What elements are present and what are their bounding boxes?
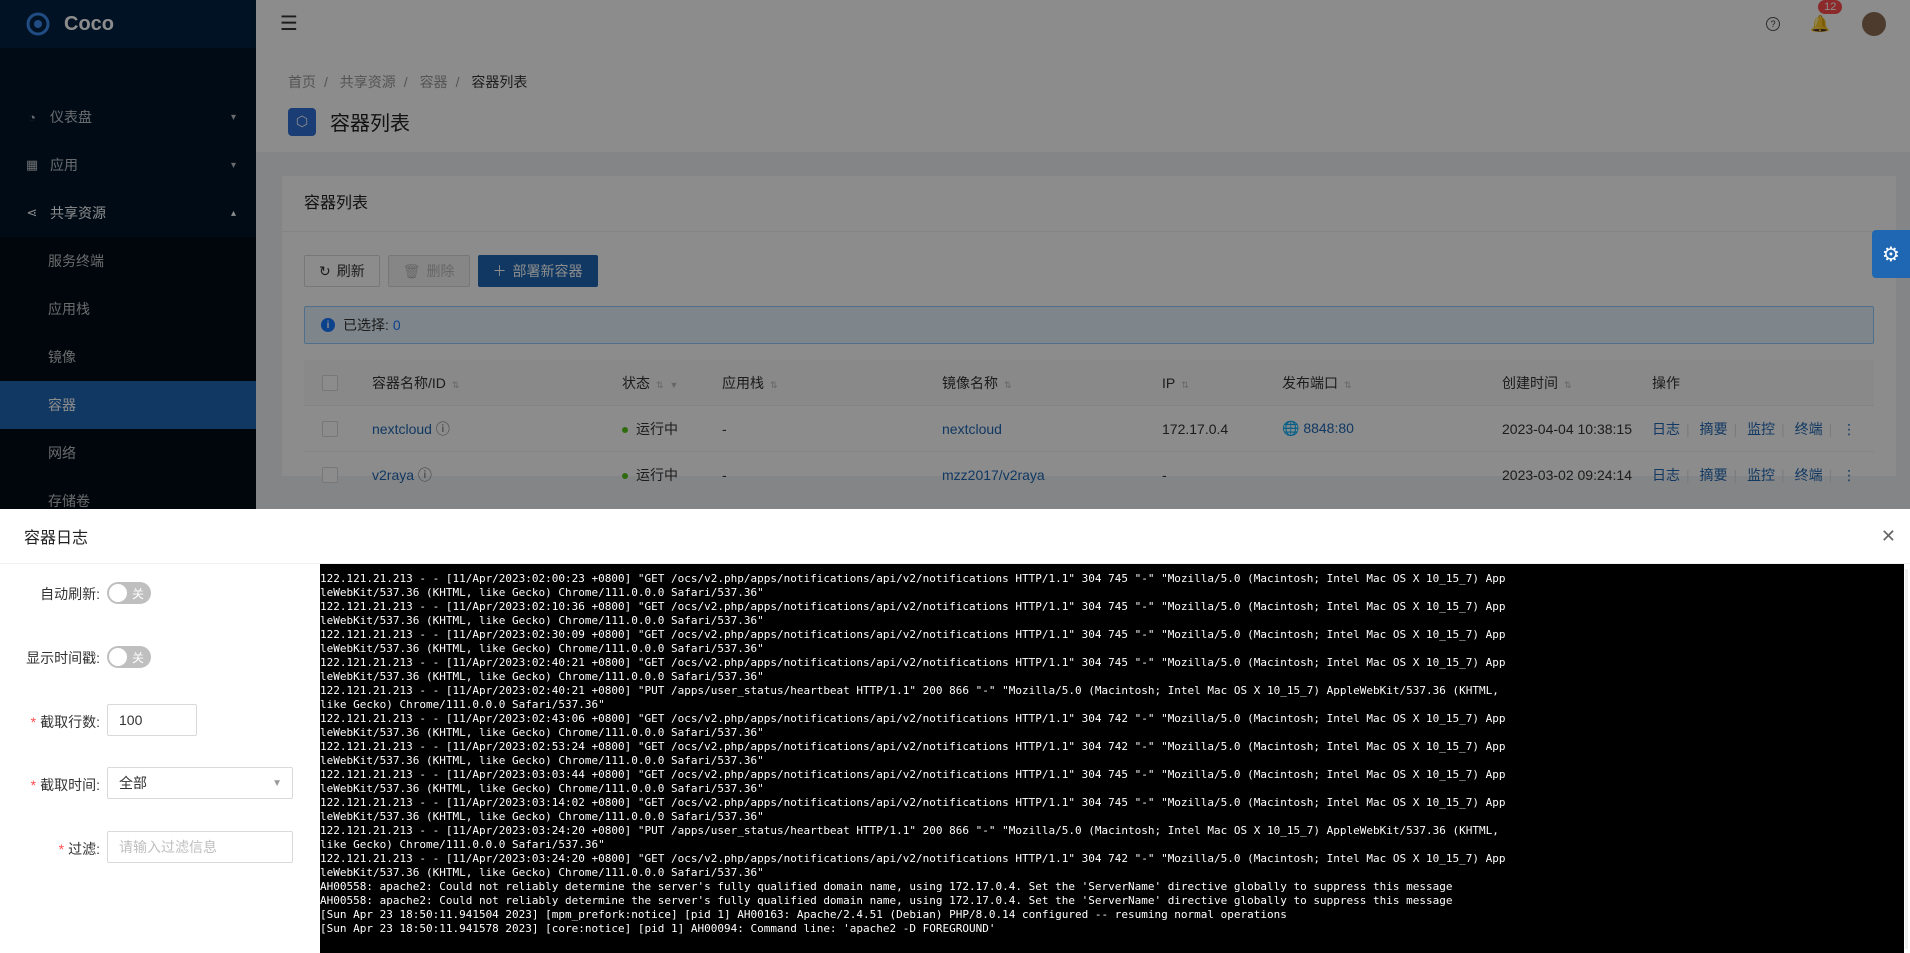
log-line: leWebKit/537.36 (KHTML, like Gecko) Chro… <box>320 866 764 879</box>
container-log-drawer: 容器日志 ✕ 自动刷新: 关 显示时间戳: 关 * 截取行数: 100 * 截取时间… <box>0 509 1910 953</box>
label-text: 过滤: <box>68 841 100 857</box>
lines-label: * 截取行数: <box>30 714 100 730</box>
log-line: 122.121.21.213 - - [11/Apr/2023:02:10:36… <box>320 600 1506 613</box>
log-line: 122.121.21.213 - - [11/Apr/2023:02:30:09… <box>320 628 1506 641</box>
select-value: 全部 <box>119 775 147 791</box>
log-line: 122.121.21.213 - - [11/Apr/2023:03:14:02… <box>320 796 1506 809</box>
log-line: like Gecko) Chrome/111.0.0.0 Safari/537.… <box>320 838 605 851</box>
log-line: leWebKit/537.36 (KHTML, like Gecko) Chro… <box>320 754 764 767</box>
timestamp-switch[interactable]: 关 <box>107 646 151 668</box>
filter-input[interactable]: 请输入过滤信息 <box>107 831 293 863</box>
log-line: 122.121.21.213 - - [11/Apr/2023:02:40:21… <box>320 684 1499 697</box>
scrollbar[interactable] <box>1905 569 1908 949</box>
log-line: 122.121.21.213 - - [11/Apr/2023:02:40:21… <box>320 656 1506 669</box>
log-line: 122.121.21.213 - - [11/Apr/2023:02:53:24… <box>320 740 1506 753</box>
switch-text: 关 <box>131 651 144 665</box>
log-line: leWebKit/537.36 (KHTML, like Gecko) Chro… <box>320 782 764 795</box>
log-line: 122.121.21.213 - - [11/Apr/2023:03:24:20… <box>320 852 1506 865</box>
settings-gear-icon[interactable]: ⚙ <box>1872 230 1910 278</box>
log-line: AH00558: apache2: Could not reliably det… <box>320 894 1453 907</box>
auto-refresh-switch[interactable]: 关 <box>107 582 151 604</box>
time-select[interactable]: 全部 ▼ <box>107 767 293 799</box>
switch-text: 关 <box>131 587 144 601</box>
log-line: 122.121.21.213 - - [11/Apr/2023:03:03:44… <box>320 768 1506 781</box>
auto-refresh-label: 自动刷新: <box>40 586 100 602</box>
log-line: leWebKit/537.36 (KHTML, like Gecko) Chro… <box>320 586 764 599</box>
log-line: leWebKit/537.36 (KHTML, like Gecko) Chro… <box>320 642 764 655</box>
filter-label: * 过滤: <box>58 841 100 857</box>
drawer-title: 容器日志 <box>0 509 1910 564</box>
log-line: AH00558: apache2: Could not reliably det… <box>320 880 1453 893</box>
lines-input[interactable]: 100 <box>107 704 197 736</box>
log-line: 122.121.21.213 - - [11/Apr/2023:03:24:20… <box>320 824 1499 837</box>
log-output: 122.121.21.213 - - [11/Apr/2023:02:00:23… <box>320 564 1904 953</box>
close-icon[interactable]: ✕ <box>1881 526 1896 547</box>
time-label: * 截取时间: <box>30 777 100 793</box>
drawer-mask[interactable] <box>0 0 1910 509</box>
log-line: leWebKit/537.36 (KHTML, like Gecko) Chro… <box>320 670 764 683</box>
log-line: like Gecko) Chrome/111.0.0.0 Safari/537.… <box>320 698 605 711</box>
log-line: leWebKit/537.36 (KHTML, like Gecko) Chro… <box>320 726 764 739</box>
log-line: 122.121.21.213 - - [11/Apr/2023:02:00:23… <box>320 572 1506 585</box>
log-line: [Sun Apr 23 18:50:11.941578 2023] [core:… <box>320 922 996 935</box>
timestamp-label: 显示时间戳: <box>26 650 100 666</box>
log-line: [Sun Apr 23 18:50:11.941504 2023] [mpm_p… <box>320 908 1287 921</box>
log-line: 122.121.21.213 - - [11/Apr/2023:02:43:06… <box>320 712 1506 725</box>
label-text: 截取行数: <box>40 714 100 730</box>
log-line: leWebKit/537.36 (KHTML, like Gecko) Chro… <box>320 810 764 823</box>
log-line: leWebKit/537.36 (KHTML, like Gecko) Chro… <box>320 614 764 627</box>
label-text: 截取时间: <box>40 777 100 793</box>
chevron-down-icon: ▼ <box>272 777 282 789</box>
